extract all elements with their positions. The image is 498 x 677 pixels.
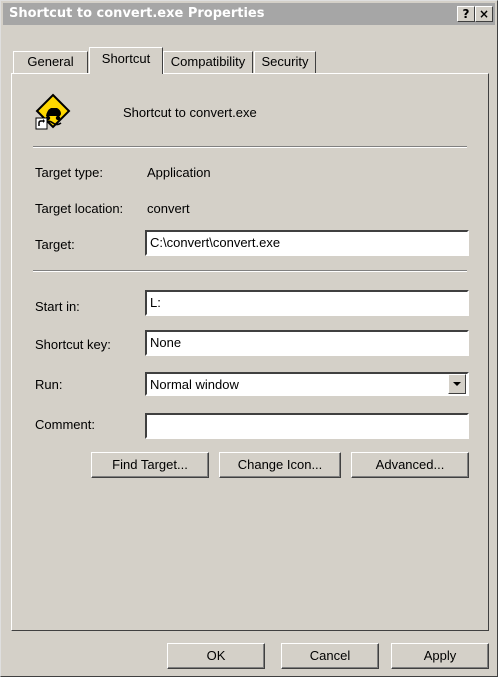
- shortcut-name: Shortcut to convert.exe: [123, 105, 257, 120]
- target-type-label: Target type:: [35, 165, 103, 180]
- target-input[interactable]: C:\convert\convert.exe: [145, 230, 469, 256]
- shortcut-key-input[interactable]: None: [145, 330, 469, 356]
- close-button[interactable]: ×: [475, 6, 493, 22]
- tab-security[interactable]: Security: [254, 51, 316, 73]
- start-in-label: Start in:: [35, 299, 80, 314]
- shortcut-key-label: Shortcut key:: [35, 337, 111, 352]
- target-location-label: Target location:: [35, 201, 124, 216]
- cancel-button[interactable]: Cancel: [281, 643, 379, 669]
- comment-input[interactable]: [145, 413, 469, 439]
- target-type-value: Application: [147, 165, 211, 180]
- find-target-button[interactable]: Find Target...: [91, 452, 209, 478]
- chevron-down-icon: [453, 382, 461, 386]
- title-bar[interactable]: Shortcut to convert.exe Properties ? ×: [3, 3, 495, 25]
- run-select[interactable]: Normal window: [145, 372, 469, 396]
- apply-button[interactable]: Apply: [391, 643, 489, 669]
- run-label: Run:: [35, 377, 63, 392]
- dropdown-button[interactable]: [448, 374, 466, 394]
- driving-hazard-sign-icon: [35, 93, 71, 133]
- comment-label: Comment:: [35, 417, 95, 432]
- change-icon-button[interactable]: Change Icon...: [219, 452, 341, 478]
- tab-general[interactable]: General: [13, 51, 88, 73]
- tab-shortcut[interactable]: Shortcut: [89, 47, 163, 74]
- target-label: Target:: [35, 237, 75, 252]
- ok-button[interactable]: OK: [167, 643, 265, 669]
- properties-window: Shortcut to convert.exe Properties ? × G…: [0, 0, 498, 677]
- target-location-value: convert: [147, 201, 190, 216]
- divider: [33, 146, 467, 148]
- run-select-value: Normal window: [150, 377, 239, 392]
- help-button[interactable]: ?: [457, 6, 475, 22]
- window-title: Shortcut to convert.exe Properties: [9, 6, 265, 21]
- advanced-button[interactable]: Advanced...: [351, 452, 469, 478]
- start-in-input[interactable]: L:: [145, 290, 469, 316]
- tab-compatibility[interactable]: Compatibility: [163, 51, 253, 73]
- divider: [33, 270, 467, 272]
